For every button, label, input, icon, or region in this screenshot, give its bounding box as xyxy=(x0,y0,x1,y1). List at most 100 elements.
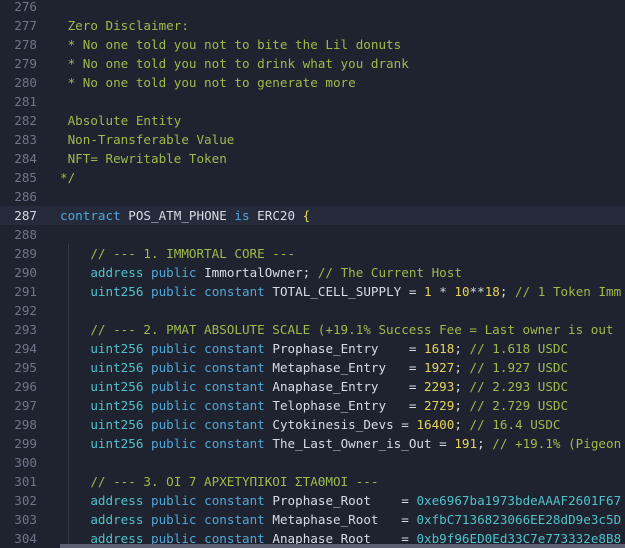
code-token: public xyxy=(151,379,197,394)
code-token: constant xyxy=(204,360,265,375)
code-token: * No one told you not to generate more xyxy=(60,75,356,90)
code-token: // 2.729 USDC xyxy=(469,398,569,413)
code-token: uint256 xyxy=(90,417,144,432)
code-token: constant xyxy=(204,284,265,299)
scrollbar-thumb[interactable] xyxy=(60,544,625,548)
code-token: // 1.618 USDC xyxy=(469,341,569,356)
code-token: 0xe6967ba1973bdeAAAF2601F67 xyxy=(416,493,622,508)
code-token: // 16.4 USDC xyxy=(469,417,561,432)
line-code: * No one told you not to generate more xyxy=(60,73,356,92)
code-line[interactable]: 276 xyxy=(0,0,625,16)
code-token: public xyxy=(151,265,197,280)
horizontal-scrollbar[interactable] xyxy=(60,544,625,548)
line-number: 304 xyxy=(14,531,37,546)
code-line[interactable]: 290 address public ImmortalOwner; // The… xyxy=(0,263,625,282)
line-code: // --- 2. PMAT ABSOLUTE SCALE (+19.1% Su… xyxy=(60,320,614,339)
code-line[interactable]: 297 uint256 public constant Telophase_En… xyxy=(0,396,625,415)
code-line[interactable]: 280 * No one told you not to generate mo… xyxy=(0,73,625,92)
code-line[interactable]: 288 xyxy=(0,225,625,244)
code-token: // --- 2. PMAT ABSOLUTE SCALE (+19.1% Su… xyxy=(60,322,614,337)
code-line[interactable]: 285 */ xyxy=(0,168,625,187)
line-number: 292 xyxy=(14,303,37,318)
code-line[interactable]: 302 address public constant Prophase_Roo… xyxy=(0,491,625,510)
line-number: 299 xyxy=(14,436,37,451)
line-code: Non-Transferable Value xyxy=(60,130,235,149)
line-code: Zero Disclaimer: xyxy=(60,16,189,35)
code-editor[interactable]: 276 277 Zero Disclaimer: 278 * No one told… xyxy=(0,0,625,548)
line-code: uint256 public constant Anaphase_Entry =… xyxy=(60,377,568,396)
code-line[interactable]: 284 NFT= Rewritable Token xyxy=(0,149,625,168)
code-token: constant xyxy=(204,341,265,356)
code-line[interactable]: 278 * No one told you not to bite the Li… xyxy=(0,35,625,54)
line-code: Absolute Entity xyxy=(60,111,182,130)
code-line[interactable]: 300 xyxy=(0,453,625,472)
code-line[interactable]: 299 uint256 public constant The_Last_Own… xyxy=(0,434,625,453)
code-line[interactable]: 287 contract POS_ATM_PHONE is ERC20 { xyxy=(0,206,625,225)
code-line[interactable]: 283 Non-Transferable Value xyxy=(0,130,625,149)
code-line[interactable]: 277 Zero Disclaimer: xyxy=(0,16,625,35)
line-number: 279 xyxy=(14,56,37,71)
code-token: uint256 xyxy=(90,360,144,375)
code-line[interactable]: 294 uint256 public constant Prophase_Ent… xyxy=(0,339,625,358)
code-token: Anaphase_Entry = xyxy=(264,379,425,394)
line-code: // --- 3. ΟΙ 7 ΑΡΧΕΤΥΠΙΚΟΙ ΣΤΑΘΜΟΙ --- xyxy=(60,472,378,491)
code-token: constant xyxy=(204,436,265,451)
line-number: 295 xyxy=(14,360,37,375)
code-token: ; xyxy=(499,284,516,299)
code-token: 1927 xyxy=(424,360,455,375)
line-code: uint256 public constant Metaphase_Entry … xyxy=(60,358,568,377)
line-number: 281 xyxy=(14,94,37,109)
code-token: Prophase_Root = xyxy=(264,493,417,508)
line-number: 300 xyxy=(14,455,37,470)
code-token: 1 xyxy=(424,284,432,299)
line-number: 297 xyxy=(14,398,37,413)
code-line[interactable]: 295 uint256 public constant Metaphase_En… xyxy=(0,358,625,377)
code-token: public xyxy=(151,436,197,451)
code-line[interactable]: 298 uint256 public constant Cytokinesis_… xyxy=(0,415,625,434)
code-token: ; xyxy=(454,360,470,375)
line-number: 287 xyxy=(14,208,37,223)
code-line[interactable]: 296 uint256 public constant Anaphase_Ent… xyxy=(0,377,625,396)
code-token: { xyxy=(302,208,311,223)
line-code: uint256 public constant The_Last_Owner_i… xyxy=(60,434,621,453)
line-code: NFT= Rewritable Token xyxy=(60,149,227,168)
code-token: public xyxy=(151,398,197,413)
code-token: // 1.927 USDC xyxy=(469,360,569,375)
code-line[interactable]: 292 xyxy=(0,301,625,320)
code-line[interactable]: 279 * No one told you not to drink what … xyxy=(0,54,625,73)
code-token: * No one told you not to drink what you … xyxy=(60,56,409,71)
line-number: 284 xyxy=(14,151,37,166)
code-token: Telophase_Entry = xyxy=(264,398,425,413)
code-line[interactable]: 293 // --- 2. PMAT ABSOLUTE SCALE (+19.1… xyxy=(0,320,625,339)
line-number: 294 xyxy=(14,341,37,356)
code-line[interactable]: 301 // --- 3. ΟΙ 7 ΑΡΧΕΤΥΠΙΚΟΙ ΣΤΑΘΜΟΙ -… xyxy=(0,472,625,491)
code-line[interactable]: 281 xyxy=(0,92,625,111)
line-number: 283 xyxy=(14,132,37,147)
code-token: uint256 xyxy=(90,398,144,413)
code-token: Metaphase_Root = xyxy=(264,512,417,527)
code-line[interactable]: 303 address public constant Metaphase_Ro… xyxy=(0,510,625,529)
code-token: Metaphase_Entry = xyxy=(264,360,425,375)
code-line[interactable]: 286 xyxy=(0,187,625,206)
code-line[interactable]: 289 // --- 1. IMMORTAL CORE --- xyxy=(0,244,625,263)
line-number: 298 xyxy=(14,417,37,432)
line-code: address public constant Prophase_Root = … xyxy=(60,491,621,510)
code-token: constant xyxy=(204,417,265,432)
code-token: NFT= Rewritable Token xyxy=(60,151,227,166)
line-code: * No one told you not to bite the Lil do… xyxy=(60,35,402,54)
code-token: uint256 xyxy=(90,379,144,394)
code-line[interactable]: 282 Absolute Entity xyxy=(0,111,625,130)
code-token: // 2.293 USDC xyxy=(469,379,569,394)
code-token: // --- 1. IMMORTAL CORE --- xyxy=(60,246,296,261)
code-line[interactable]: 291 uint256 public constant TOTAL_CELL_S… xyxy=(0,282,625,301)
line-number: 301 xyxy=(14,474,37,489)
